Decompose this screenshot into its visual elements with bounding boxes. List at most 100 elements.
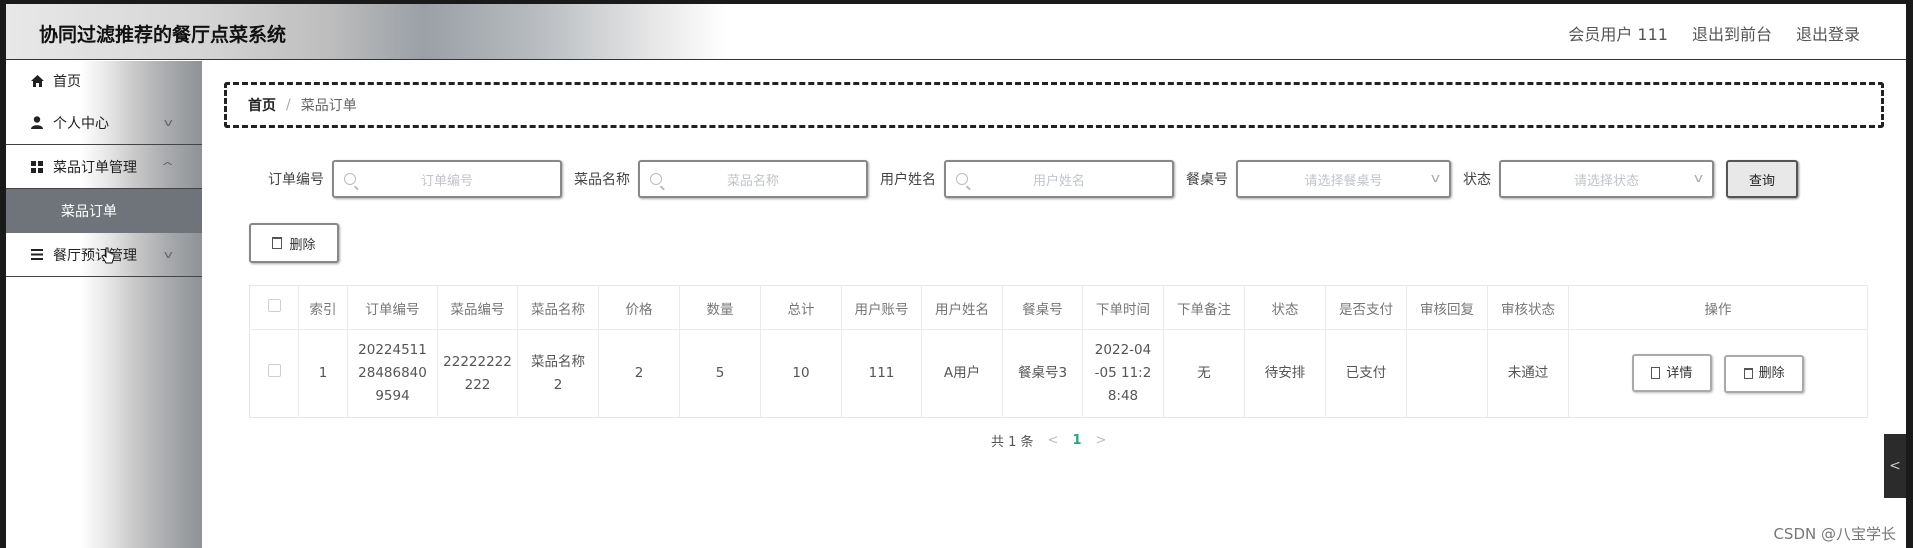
dish-no-line: 22222222 bbox=[443, 353, 512, 370]
col-header: 操作 bbox=[1568, 285, 1868, 330]
app-title: 协同过滤推荐的餐厅点菜系统 bbox=[39, 24, 287, 46]
sidebar-item-dish-orders[interactable]: 菜品订单管理 ^ bbox=[6, 145, 202, 189]
batch-delete-button[interactable]: 删除 bbox=[249, 223, 339, 263]
cell-dish-name: 菜品名称 2 bbox=[517, 329, 599, 418]
user-name-label: 用户姓名 bbox=[880, 172, 936, 188]
col-header: 索引 bbox=[298, 285, 348, 330]
hand-cursor-icon bbox=[101, 247, 115, 264]
dish-name-line: 2 bbox=[553, 376, 563, 393]
col-header: 用户账号 bbox=[841, 285, 922, 330]
time-line: 2022-04 bbox=[1094, 342, 1152, 358]
cell-status: 待安排 bbox=[1244, 329, 1326, 418]
order-no-input[interactable]: 订单编号 bbox=[332, 160, 562, 198]
row-checkbox[interactable] bbox=[267, 364, 281, 377]
status-label: 状态 bbox=[1463, 172, 1491, 188]
detail-label: 详情 bbox=[1666, 365, 1693, 381]
table-no-select[interactable]: 请选择餐桌号 v bbox=[1236, 160, 1451, 198]
chevron-left-icon: < bbox=[1889, 458, 1901, 474]
col-header: 审核回复 bbox=[1406, 285, 1488, 330]
table-no-placeholder: 请选择餐桌号 bbox=[1304, 173, 1383, 189]
cell-quantity: 5 bbox=[679, 329, 761, 418]
chevron-down-icon: v bbox=[164, 248, 174, 261]
sidebar-item-label: 个人中心 bbox=[53, 115, 109, 132]
order-no-line: 20224511 bbox=[358, 342, 427, 358]
sidebar-item-label: 餐厅预订管理 bbox=[53, 247, 137, 264]
cell-index: 1 bbox=[298, 329, 348, 418]
user-name-input[interactable]: 用户姓名 bbox=[944, 160, 1174, 198]
search-icon bbox=[956, 173, 968, 185]
chevron-right-icon[interactable]: > bbox=[1096, 433, 1107, 448]
cell-remark: 无 bbox=[1163, 329, 1245, 418]
to-front-link[interactable]: 退出到前台 bbox=[1692, 21, 1772, 45]
breadcrumb-home[interactable]: 首页 bbox=[248, 95, 276, 115]
row-delete-button[interactable]: 删除 bbox=[1724, 354, 1805, 393]
chevron-down-icon: v bbox=[164, 116, 174, 129]
search-icon bbox=[650, 173, 662, 185]
query-button[interactable]: 查询 bbox=[1726, 160, 1798, 198]
col-header: 审核状态 bbox=[1487, 285, 1569, 330]
cell-table-no: 餐桌号3 bbox=[1002, 329, 1083, 418]
app-window: 协同过滤推荐的餐厅点菜系统 会员用户 111 退出到前台 退出登录 首页 个人中… bbox=[6, 4, 1906, 548]
top-header: 协同过滤推荐的餐厅点菜系统 会员用户 111 退出到前台 退出登录 bbox=[6, 4, 1906, 60]
order-no-placeholder: 订单编号 bbox=[420, 173, 473, 189]
col-header: 总计 bbox=[760, 285, 842, 330]
status-select[interactable]: 请选择状态 v bbox=[1499, 160, 1714, 198]
cell-review-status: 未通过 bbox=[1487, 329, 1569, 418]
time-line: 8:48 bbox=[1107, 388, 1139, 404]
dish-name-input[interactable]: 菜品名称 bbox=[638, 160, 868, 198]
breadcrumb: 首页 / 菜品订单 bbox=[224, 82, 1884, 128]
cell-dish-no: 22222222 222 bbox=[437, 329, 518, 418]
chevron-down-icon: v bbox=[1693, 171, 1704, 185]
cell-reply bbox=[1406, 329, 1488, 418]
document-icon bbox=[1651, 367, 1661, 380]
sidebar-item-label: 菜品订单管理 bbox=[53, 159, 137, 176]
row-delete-label: 删除 bbox=[1758, 366, 1785, 382]
detail-button[interactable]: 详情 bbox=[1631, 354, 1712, 393]
order-no-line: 28486840 bbox=[358, 365, 427, 381]
sidebar-item-home[interactable]: 首页 bbox=[6, 61, 202, 101]
col-header: 价格 bbox=[598, 285, 680, 330]
collapse-tab[interactable]: < bbox=[1884, 434, 1906, 498]
dish-name-placeholder: 菜品名称 bbox=[726, 173, 779, 189]
logout-link[interactable]: 退出登录 bbox=[1796, 21, 1860, 45]
table-row: 1 20224511 28486840 9594 22222222 222 菜品… bbox=[249, 329, 1868, 418]
dish-name-label: 菜品名称 bbox=[574, 172, 630, 188]
cell-price: 2 bbox=[598, 329, 680, 418]
col-header: 状态 bbox=[1244, 285, 1326, 330]
cell-order-no: 20224511 28486840 9594 bbox=[347, 329, 438, 418]
sidebar-item-personal[interactable]: 个人中心 v bbox=[6, 101, 202, 145]
row-select-cell bbox=[249, 329, 299, 418]
col-header: 餐桌号 bbox=[1002, 285, 1083, 330]
table-header-row: 索引 订单编号 菜品编号 菜品名称 价格 数量 总计 用户账号 用户姓名 餐桌号… bbox=[249, 285, 1868, 330]
batch-delete-label: 删除 bbox=[289, 237, 316, 253]
cell-total: 10 bbox=[760, 329, 842, 418]
grid-icon bbox=[30, 160, 44, 174]
col-header: 菜品名称 bbox=[517, 285, 599, 330]
sidebar-subitem-dish-order[interactable]: 菜品订单 bbox=[6, 189, 202, 233]
search-icon bbox=[344, 173, 356, 185]
orders-table: 索引 订单编号 菜品编号 菜品名称 价格 数量 总计 用户账号 用户姓名 餐桌号… bbox=[249, 285, 1868, 418]
dish-no-line: 222 bbox=[464, 376, 491, 393]
user-label[interactable]: 会员用户 111 bbox=[1568, 21, 1668, 45]
trash-icon bbox=[272, 237, 283, 249]
sidebar-item-label: 首页 bbox=[53, 74, 81, 90]
chevron-left-icon[interactable]: < bbox=[1048, 433, 1059, 448]
col-header: 数量 bbox=[679, 285, 761, 330]
dish-name-line: 菜品名称 bbox=[531, 353, 585, 370]
cell-actions: 详情 删除 bbox=[1568, 329, 1868, 418]
cell-paid: 已支付 bbox=[1325, 329, 1407, 418]
status-placeholder: 请选择状态 bbox=[1573, 173, 1639, 189]
page-number[interactable]: 1 bbox=[1072, 433, 1081, 448]
chevron-up-icon: ^ bbox=[160, 160, 174, 173]
filter-bar: 订单编号 订单编号 菜品名称 菜品名称 用户姓名 用户姓名 餐桌号 请选择餐桌号… bbox=[268, 160, 1798, 198]
col-header: 订单编号 bbox=[347, 285, 438, 330]
select-all-cell bbox=[249, 285, 299, 330]
col-header: 下单时间 bbox=[1082, 285, 1164, 330]
order-no-line: 9594 bbox=[375, 388, 410, 404]
breadcrumb-separator: / bbox=[286, 97, 291, 113]
select-all-checkbox[interactable] bbox=[267, 299, 281, 312]
top-links: 会员用户 111 退出到前台 退出登录 bbox=[1568, 21, 1860, 45]
breadcrumb-current: 菜品订单 bbox=[300, 98, 357, 114]
list-icon bbox=[30, 248, 44, 262]
home-icon bbox=[30, 74, 44, 88]
